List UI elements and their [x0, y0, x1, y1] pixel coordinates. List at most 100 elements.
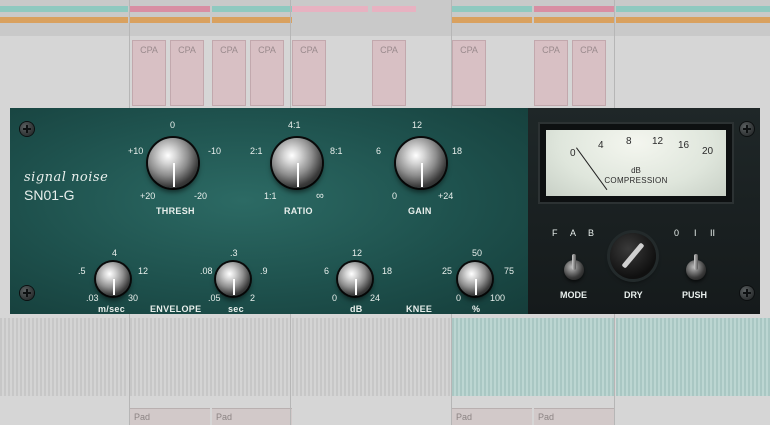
knee-pct-tick: 50	[472, 248, 483, 258]
attack-tick: 12	[138, 266, 149, 276]
knee-percent-knob[interactable]	[458, 262, 492, 296]
cpa-clip[interactable]: CPA	[250, 40, 284, 106]
gain-tick: 18	[452, 146, 463, 156]
clip-orange[interactable]	[452, 17, 532, 23]
knee-pct-tick: 0	[456, 293, 462, 303]
clip-pink[interactable]	[372, 6, 416, 12]
audio-waveform[interactable]	[130, 318, 290, 396]
ratio-tick: 2:1	[250, 146, 263, 156]
clip-orange[interactable]	[616, 17, 770, 23]
clip-orange[interactable]	[534, 17, 614, 23]
attack-unit-label: m/sec	[98, 304, 126, 314]
push-option: II	[710, 228, 716, 238]
cpa-clip[interactable]: CPA	[372, 40, 406, 106]
audio-waveform[interactable]	[292, 318, 450, 396]
screw-icon	[740, 122, 754, 136]
mode-option: B	[588, 228, 595, 238]
cpa-clip[interactable]: CPA	[170, 40, 204, 106]
release-unit-label: sec	[228, 304, 244, 314]
pad-clip[interactable]: Pad	[534, 408, 614, 425]
gain-knob[interactable]	[390, 132, 452, 194]
thresh-tick: +20	[140, 191, 156, 201]
knee-db-knob[interactable]	[338, 262, 372, 296]
knee-db-tick: 12	[352, 248, 363, 258]
audio-waveform[interactable]	[0, 318, 128, 396]
clip-pink[interactable]	[534, 6, 614, 12]
knee-db-unit-label: dB	[350, 304, 363, 314]
meter-scale-label: 4	[598, 140, 604, 151]
knee-label: KNEE	[406, 304, 433, 314]
clip-teal[interactable]	[616, 6, 770, 12]
clip-orange[interactable]	[212, 17, 292, 23]
gain-tick: 0	[392, 191, 398, 201]
compression-meter: 0 4 8 12 16 20 dB COMPRESSION	[546, 130, 726, 196]
mode-option: F	[552, 228, 558, 238]
thresh-tick: +10	[128, 146, 144, 156]
gain-tick: 6	[376, 146, 382, 156]
meter-scale-label: 0	[570, 148, 576, 159]
release-knob[interactable]	[216, 262, 250, 296]
attack-tick: .5	[78, 266, 86, 276]
knee-pct-tick: 75	[504, 266, 515, 276]
release-tick: .05	[208, 293, 221, 303]
audio-waveform[interactable]	[452, 318, 614, 396]
threshold-knob[interactable]	[142, 132, 204, 194]
clip-teal[interactable]	[0, 6, 128, 12]
compressor-plugin-window: signal noise SN01-G 0 +10 -10 +20 -20 TH…	[10, 108, 760, 314]
clip-pink[interactable]	[292, 6, 368, 12]
attack-tick: .03	[86, 293, 99, 303]
clip-teal[interactable]	[452, 6, 532, 12]
clip-orange[interactable]	[0, 17, 128, 23]
clip-teal[interactable]	[212, 6, 292, 12]
screw-icon	[740, 286, 754, 300]
knee-db-tick: 24	[370, 293, 381, 303]
cpa-clip[interactable]: CPA	[212, 40, 246, 106]
threshold-label: THRESH	[156, 206, 195, 216]
screw-icon	[20, 286, 34, 300]
ratio-tick: 1:1	[264, 191, 277, 201]
ratio-tick: ∞	[316, 190, 324, 202]
ratio-label: RATIO	[284, 206, 313, 216]
envelope-label: ENVELOPE	[150, 304, 202, 314]
meter-scale-label: 16	[678, 140, 690, 151]
ratio-knob[interactable]	[266, 132, 328, 194]
cpa-clip[interactable]: CPA	[534, 40, 568, 106]
attack-tick: 4	[112, 248, 118, 258]
mode-switch[interactable]	[564, 254, 584, 280]
release-tick: .3	[230, 248, 238, 258]
dry-knob[interactable]	[610, 233, 656, 279]
clip-orange[interactable]	[130, 17, 210, 23]
push-switch[interactable]	[686, 254, 706, 280]
push-label: PUSH	[682, 290, 708, 300]
meter-caption: COMPRESSION	[604, 176, 668, 185]
release-tick: 2	[250, 293, 256, 303]
pad-clip[interactable]: Pad	[212, 408, 292, 425]
thresh-tick: -20	[194, 191, 208, 201]
knee-db-tick: 18	[382, 266, 393, 276]
ratio-tick: 8:1	[330, 146, 343, 156]
pad-clip[interactable]: Pad	[130, 408, 210, 425]
brand-name: signal noise	[24, 170, 109, 185]
meter-scale-label: 8	[626, 136, 632, 147]
release-tick: .9	[260, 266, 268, 276]
cpa-clip[interactable]: CPA	[292, 40, 326, 106]
brand-logo: signal noise SN01-G	[24, 170, 108, 203]
meter-panel: 0 4 8 12 16 20 dB COMPRESSION F A B MODE…	[528, 108, 760, 314]
attack-knob[interactable]	[96, 262, 130, 296]
cpa-clip[interactable]: CPA	[132, 40, 166, 106]
cpa-clip[interactable]: CPA	[452, 40, 486, 106]
dry-label: DRY	[624, 290, 643, 300]
pad-clip[interactable]: Pad	[452, 408, 532, 425]
mode-option: A	[570, 228, 577, 238]
clip-pink[interactable]	[130, 6, 210, 12]
knee-pct-tick: 25	[442, 266, 453, 276]
attack-tick: 30	[128, 293, 139, 303]
meter-unit: dB	[631, 166, 641, 175]
knee-pct-tick: 100	[490, 293, 506, 303]
mode-label: MODE	[560, 290, 587, 300]
meter-scale-label: 20	[702, 146, 714, 157]
cpa-clip[interactable]: CPA	[572, 40, 606, 106]
thresh-tick: -10	[208, 146, 222, 156]
ratio-tick: 4:1	[288, 120, 301, 130]
audio-waveform[interactable]	[616, 318, 770, 396]
